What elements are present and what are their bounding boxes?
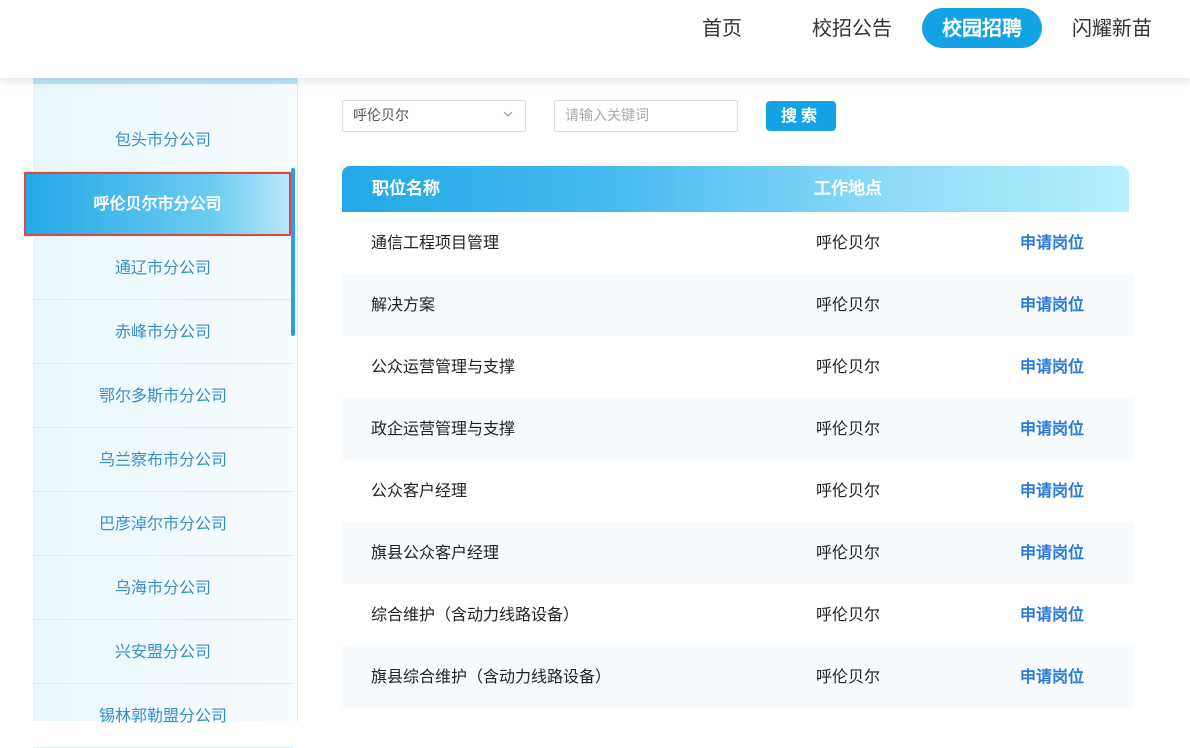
sidebar-item-ordos[interactable]: 鄂尔多斯市分公司	[33, 364, 293, 428]
job-title: 公众运营管理与支撑	[371, 357, 516, 376]
table-row: 公众运营管理与支撑 呼伦贝尔 申请岗位	[342, 336, 1134, 398]
nav-item-home[interactable]: 首页	[702, 8, 742, 48]
sidebar-top-strip	[33, 78, 297, 84]
job-location: 呼伦贝尔	[816, 543, 881, 562]
top-header: 首页 校招公告 校园招聘 闪耀新苗	[0, 0, 1190, 78]
sidebar-item-wuhai[interactable]: 乌海市分公司	[33, 556, 293, 620]
apply-link[interactable]: 申请岗位	[1020, 522, 1084, 584]
branch-sidebar: 包头市分公司 呼伦贝尔市分公司 通辽市分公司 赤峰市分公司 鄂尔多斯市分公司 乌…	[24, 78, 297, 748]
table-row: 公众客户经理 呼伦贝尔 申请岗位	[342, 460, 1134, 522]
sidebar-item-hulunbuir[interactable]: 呼伦贝尔市分公司	[24, 172, 291, 236]
job-location: 呼伦贝尔	[816, 233, 881, 252]
sidebar-scrollbar[interactable]	[291, 168, 295, 336]
sidebar-item-tongliao[interactable]: 通辽市分公司	[33, 236, 293, 300]
sidebar-item-xilingol[interactable]: 锡林郭勒盟分公司	[33, 684, 293, 748]
nav-item-campus-recruit[interactable]: 校园招聘	[922, 8, 1042, 48]
job-location: 呼伦贝尔	[816, 667, 881, 686]
nav-item-announcements[interactable]: 校招公告	[812, 8, 892, 48]
job-title: 旗县综合维护（含动力线路设备）	[371, 667, 612, 686]
table-row: 旗县公众客户经理 呼伦贝尔 申请岗位	[342, 522, 1134, 584]
job-table-header: 职位名称 工作地点	[342, 166, 1129, 212]
header-location: 工作地点	[814, 179, 882, 199]
job-location: 呼伦贝尔	[816, 481, 881, 500]
nav-item-shining-talents[interactable]: 闪耀新苗	[1072, 8, 1152, 48]
apply-link[interactable]: 申请岗位	[1020, 336, 1084, 398]
sidebar-item-ulanqab[interactable]: 乌兰察布市分公司	[33, 428, 293, 492]
sidebar-item-bayannur[interactable]: 巴彦淖尔市分公司	[33, 492, 293, 556]
job-title: 公众客户经理	[371, 481, 468, 500]
job-location: 呼伦贝尔	[816, 295, 881, 314]
city-select[interactable]: 呼伦贝尔	[342, 100, 526, 132]
job-location: 呼伦贝尔	[816, 419, 881, 438]
keyword-search-input[interactable]	[554, 100, 738, 132]
apply-link[interactable]: 申请岗位	[1020, 460, 1084, 522]
table-row: 综合维护（含动力线路设备） 呼伦贝尔 申请岗位	[342, 584, 1134, 646]
job-location: 呼伦贝尔	[816, 357, 881, 376]
job-location: 呼伦贝尔	[816, 605, 881, 624]
apply-link[interactable]: 申请岗位	[1020, 274, 1084, 336]
apply-link[interactable]: 申请岗位	[1020, 646, 1084, 708]
sidebar-item-chifeng[interactable]: 赤峰市分公司	[33, 300, 293, 364]
table-row: 旗县综合维护（含动力线路设备） 呼伦贝尔 申请岗位	[342, 646, 1134, 708]
city-select-value: 呼伦贝尔	[353, 108, 409, 124]
job-title: 政企运营管理与支撑	[371, 419, 516, 438]
job-title: 解决方案	[371, 295, 436, 314]
table-row: 解决方案 呼伦贝尔 申请岗位	[342, 274, 1134, 336]
job-title: 旗县公众客户经理	[371, 543, 500, 562]
sidebar-item-hinggan[interactable]: 兴安盟分公司	[33, 620, 293, 684]
chevron-down-icon	[503, 111, 513, 117]
job-title: 综合维护（含动力线路设备）	[371, 605, 580, 624]
table-row: 政企运营管理与支撑 呼伦贝尔 申请岗位	[342, 398, 1134, 460]
apply-link[interactable]: 申请岗位	[1020, 212, 1084, 274]
sidebar-item-baotou[interactable]: 包头市分公司	[33, 108, 293, 172]
apply-link[interactable]: 申请岗位	[1020, 398, 1084, 460]
sidebar-divider	[297, 78, 298, 721]
table-row: 通信工程项目管理 呼伦贝尔 申请岗位	[342, 212, 1134, 274]
apply-link[interactable]: 申请岗位	[1020, 584, 1084, 646]
job-title: 通信工程项目管理	[371, 233, 500, 252]
search-button[interactable]: 搜索	[766, 101, 836, 131]
header-position: 职位名称	[372, 179, 440, 199]
